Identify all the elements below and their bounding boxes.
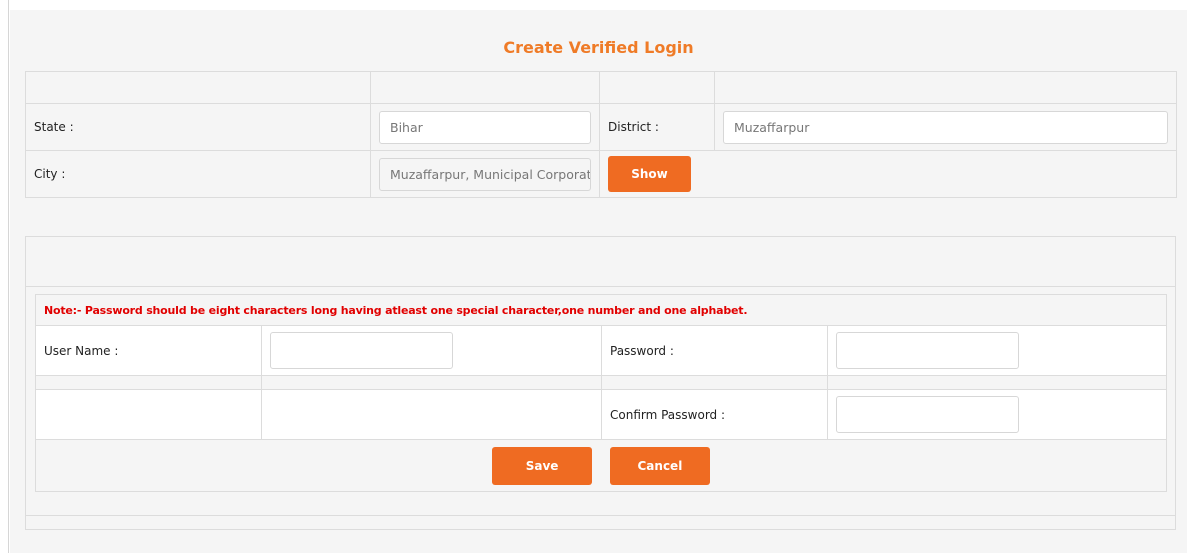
- login-panel-footer: [26, 515, 1175, 529]
- cancel-button[interactable]: Cancel: [609, 446, 710, 485]
- left-divider: [8, 0, 9, 553]
- actions-row: Save Cancel: [35, 439, 1167, 492]
- district-select[interactable]: Muzaffarpur: [723, 110, 1168, 144]
- district-label: District :: [599, 103, 715, 151]
- city-select[interactable]: Muzaffarpur, Municipal Corporation: [379, 157, 591, 191]
- username-password-row: User Name : Password :: [35, 325, 1167, 376]
- location-table: State : Bihar District : Muzaffarpur Cit…: [25, 71, 1177, 198]
- password-label: Password :: [601, 325, 828, 376]
- page-title: Create Verified Login: [503, 38, 694, 57]
- spacer-row: [35, 375, 1167, 390]
- show-button[interactable]: Show: [608, 156, 691, 192]
- username-input[interactable]: [270, 332, 453, 369]
- city-label: City :: [25, 150, 371, 198]
- password-note: Note:- Password should be eight characte…: [35, 294, 1167, 326]
- city-row: City : Muzaffarpur, Municipal Corporatio…: [25, 150, 1177, 198]
- login-panel-header: [26, 237, 1175, 287]
- state-district-row: State : Bihar District : Muzaffarpur: [25, 103, 1177, 151]
- page-container: Create Verified Login State : Bihar Dist…: [10, 10, 1187, 553]
- state-label: State :: [25, 103, 371, 151]
- login-panel: Note:- Password should be eight characte…: [25, 236, 1176, 530]
- location-header-row: [25, 71, 1177, 104]
- confirm-password-input[interactable]: [836, 396, 1019, 433]
- save-button[interactable]: Save: [492, 446, 593, 485]
- username-label: User Name :: [35, 325, 262, 376]
- confirm-password-label: Confirm Password :: [601, 389, 828, 440]
- confirm-password-row: Confirm Password :: [35, 389, 1167, 440]
- state-select[interactable]: Bihar: [379, 110, 591, 144]
- password-input[interactable]: [836, 332, 1019, 369]
- login-form-table: Note:- Password should be eight characte…: [35, 294, 1167, 492]
